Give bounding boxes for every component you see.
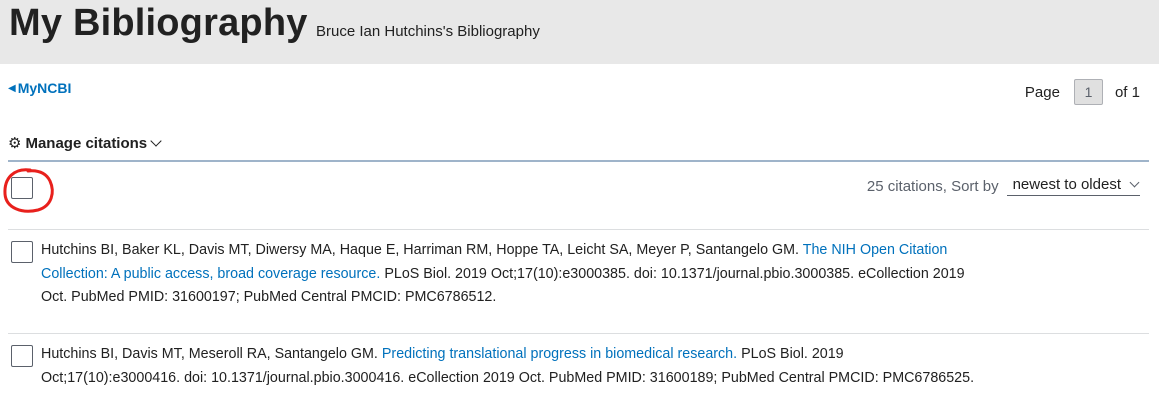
divider — [8, 333, 1149, 334]
manage-citations-menu[interactable]: ⚙ Manage citations — [8, 134, 162, 152]
manage-citations-label: Manage citations — [25, 134, 148, 152]
myncbi-link-label: MyNCBI — [17, 80, 72, 96]
citation-details: Oct;17(10):e3000416. doi: 10.1371/journa… — [41, 369, 975, 386]
citation-details: Oct. PubMed PMID: 31600197; PubMed Centr… — [41, 289, 497, 305]
citation-title-link[interactable]: Predicting translational progress in bio… — [382, 346, 737, 362]
page-number-input[interactable]: 1 — [1073, 79, 1103, 105]
chevron-down-icon — [150, 135, 162, 147]
divider — [8, 160, 1149, 162]
page-subtitle: Bruce Ian Hutchins's Bibliography — [316, 23, 540, 40]
pagination: Page 1 of 1 — [1025, 79, 1140, 105]
citation-title-part: The NIH Open Citation — [802, 242, 948, 258]
citation-text: Hutchins BI, Baker KL, Davis MT, Diwersy… — [41, 239, 965, 310]
citation-authors: Hutchins BI, Davis MT, Meseroll RA, Sant… — [41, 346, 378, 362]
caret-left-icon: ◀ — [8, 82, 16, 94]
citation-checkbox[interactable] — [11, 345, 33, 367]
citation-checkbox[interactable] — [11, 241, 33, 263]
sort-select-value: newest to oldest — [1012, 176, 1121, 193]
page-label: Page — [1024, 83, 1060, 101]
select-all-checkbox[interactable] — [11, 177, 33, 199]
citation-count: 25 citations, Sort by — [866, 177, 999, 195]
gear-icon: ⚙ — [8, 135, 22, 152]
divider — [8, 229, 1149, 230]
citation-text: Hutchins BI, Davis MT, Meseroll RA, Sant… — [41, 343, 974, 390]
page-total: of 1 — [1114, 83, 1140, 101]
citation-authors: Hutchins BI, Baker KL, Davis MT, Diwersy… — [41, 242, 800, 258]
citation-details: PLoS Biol. 2019 — [741, 346, 844, 362]
sort-controls: 25 citations, Sort by newest to oldest — [867, 176, 1140, 196]
myncbi-back-link[interactable]: ◀ MyNCBI — [8, 80, 71, 96]
citation-details: PLoS Biol. 2019 Oct;17(10):e3000385. doi… — [384, 265, 965, 282]
page-title: My Bibliography — [9, 2, 308, 44]
page-header: My Bibliography Bruce Ian Hutchins's Bib… — [0, 0, 1159, 64]
sort-select[interactable]: newest to oldest — [1006, 176, 1140, 196]
chevron-down-icon — [1129, 177, 1140, 188]
citation-title-part: Collection: A public access, broad cover… — [41, 265, 381, 282]
